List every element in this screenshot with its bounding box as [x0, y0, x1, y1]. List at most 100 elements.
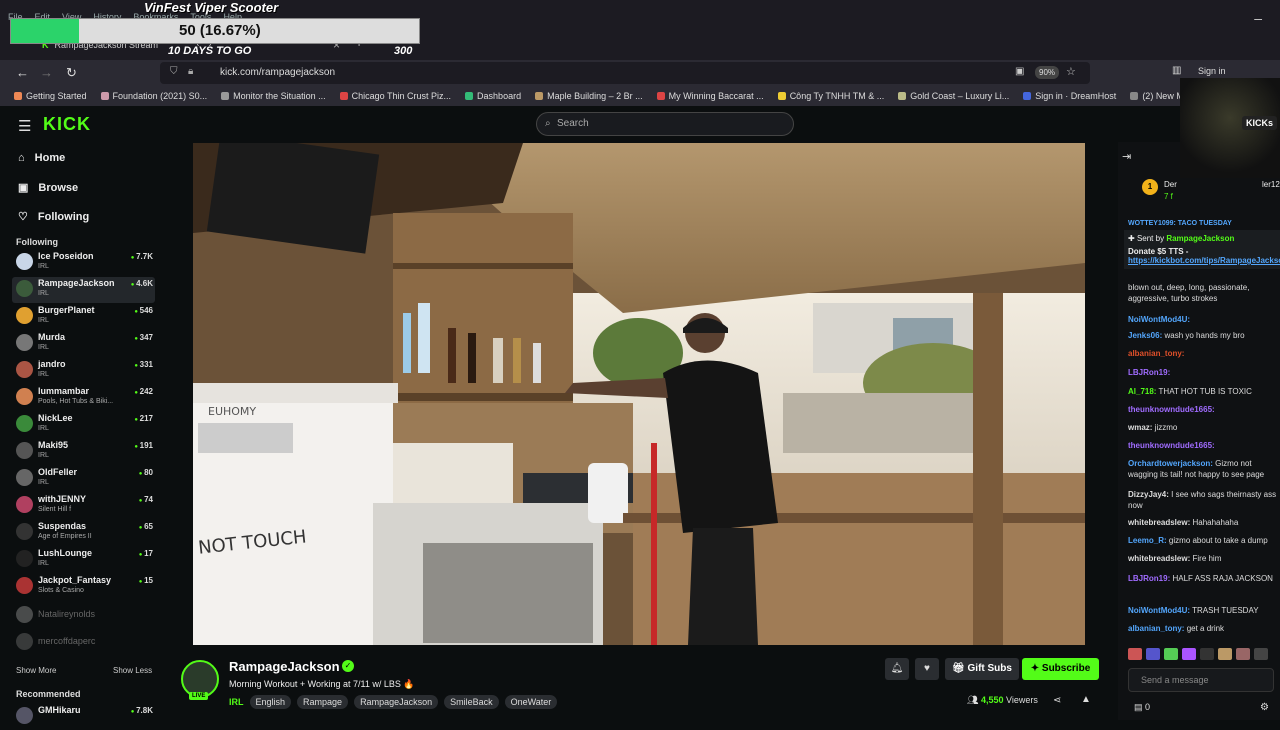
chat-username[interactable]: whitebreadslew: — [1128, 554, 1190, 563]
emote-icon[interactable] — [1146, 648, 1160, 660]
following-channel[interactable]: withJENNY Silent Hill f 74 — [12, 493, 155, 519]
following-channel[interactable]: LushLounge IRL 17 — [12, 547, 155, 573]
chat-username[interactable]: NoiWontMod4U: — [1128, 606, 1190, 615]
following-channel-offline[interactable]: Natalireynolds — [12, 603, 155, 629]
following-channel[interactable]: lummambar Pools, Hot Tubs & Biki... 242 — [12, 385, 155, 411]
bookmark-item[interactable]: Monitor the Situation ... — [221, 91, 326, 101]
chat-username[interactable]: wmaz: — [1128, 423, 1152, 432]
chat-username[interactable]: NoiWontMod4U: — [1128, 315, 1190, 324]
bookmark-item[interactable]: Sign in · DreamHost — [1023, 91, 1116, 101]
tag[interactable]: OneWater — [504, 695, 558, 709]
zoom-level[interactable]: 90% — [1035, 66, 1060, 79]
reader-view-icon[interactable]: ▣ — [1015, 66, 1024, 77]
kicks-button[interactable]: KICKs — [1242, 116, 1278, 130]
chat-username[interactable]: whitebreadslew: — [1128, 518, 1190, 527]
follow-heart-icon[interactable]: ♥ — [915, 658, 939, 680]
following-channel[interactable]: Maki95 IRL 191 — [12, 439, 155, 465]
bookmark-item[interactable]: Công Ty TNHH TM & ... — [777, 91, 884, 101]
sign-in-button[interactable]: Sign in — [1198, 66, 1226, 76]
tag[interactable]: English — [249, 695, 292, 709]
viewers-icon: 👥︎ — [967, 695, 979, 705]
forward-icon[interactable]: → — [40, 65, 53, 80]
avatar — [16, 577, 33, 594]
bookmark-item[interactable]: Dashboard — [465, 91, 521, 101]
streamer-name[interactable]: RampageJackson — [229, 659, 340, 674]
tag[interactable]: SmileBack — [444, 695, 499, 709]
chat-text: get a drink — [1186, 624, 1225, 633]
bookmark-item[interactable]: My Winning Baccarat ... — [656, 91, 764, 101]
sidebar-item-home[interactable]: ⌂ Home — [18, 152, 65, 164]
lock-icon[interactable]: 🔒︎ — [188, 66, 193, 77]
chat-username[interactable]: theunknowndude1665: — [1128, 405, 1215, 414]
minimize-icon[interactable]: – — [1254, 10, 1262, 26]
chat-username[interactable]: DizzyJay4: — [1128, 490, 1169, 499]
reload-icon[interactable]: ↻ — [66, 65, 77, 81]
sidebar-item-browse[interactable]: ▣ Browse — [18, 181, 78, 195]
emote-icon[interactable] — [1236, 648, 1250, 660]
chat-settings-icon[interactable]: ⚙ — [1260, 702, 1269, 713]
following-channel[interactable]: OldFeller IRL 80 — [12, 466, 155, 492]
report-icon[interactable]: ▲ — [1081, 694, 1091, 705]
pinned-header: WOTTEY1099: TACO TUESDAY — [1128, 220, 1232, 227]
chat-username[interactable]: LBJRon19: — [1128, 574, 1170, 583]
emote-icon[interactable] — [1218, 648, 1232, 660]
gift-subs-button[interactable]: 🎁︎ Gift Subs — [945, 658, 1019, 680]
heart-icon: ♡ — [18, 211, 28, 223]
following-channel[interactable]: Suspendas Age of Empires II 65 — [12, 520, 155, 546]
show-more-button[interactable]: Show More — [16, 666, 56, 675]
subscribe-button[interactable]: ✦ Subscribe — [1022, 658, 1099, 680]
video-player[interactable]: EUHOMY NOT TOUCH — [163, 142, 1116, 645]
kick-logo[interactable]: KICK — [43, 114, 91, 135]
following-channel[interactable]: BurgerPlanet IRL 546 — [12, 304, 155, 330]
bookmark-item[interactable]: Gold Coast – Luxury Li... — [898, 91, 1009, 101]
emote-icon[interactable] — [1254, 648, 1268, 660]
emote-bar — [1128, 648, 1268, 660]
bookmark-item[interactable]: Maple Building – 2 Br ... — [535, 91, 643, 101]
emote-icon[interactable] — [1164, 648, 1178, 660]
chat-input[interactable]: Send a message — [1128, 668, 1274, 692]
bookmark-star-icon[interactable]: ☆ — [1066, 65, 1076, 78]
chat-username[interactable]: Orchardtowerjackson: — [1128, 459, 1213, 468]
bookmark-item[interactable]: Chicago Thin Crust Piz... — [339, 91, 451, 101]
recommended-channel[interactable]: GMHikaru 7.8K — [12, 704, 155, 730]
sidebar-toggle-icon[interactable]: ▥ — [1172, 65, 1181, 76]
hamburger-menu-icon[interactable]: ☰ — [18, 117, 31, 135]
pinned-donate-link[interactable]: https://kickbot.com/tips/RampageJackson — [1128, 256, 1280, 265]
show-less-button[interactable]: Show Less — [113, 666, 152, 675]
search-input[interactable]: ⌕ Search — [536, 112, 794, 136]
video-frame[interactable]: EUHOMY NOT TOUCH — [193, 143, 1085, 645]
shield-icon[interactable]: ⛉ — [170, 66, 178, 77]
chat-username[interactable]: albanian_tony: — [1128, 349, 1184, 358]
category-link[interactable]: IRL — [229, 695, 244, 709]
chat-username[interactable]: Leemo_R: — [1128, 536, 1167, 545]
following-channel[interactable]: Ice Poseidon IRL 7.7K — [12, 250, 155, 276]
emote-icon[interactable] — [1200, 648, 1214, 660]
tag[interactable]: Rampage — [297, 695, 349, 709]
sidebar-item-following[interactable]: ♡ Following — [18, 210, 89, 224]
following-channel[interactable]: Jackpot_Fantasy Slots & Casino 15 — [12, 574, 155, 600]
bookmark-item[interactable]: Getting Started — [14, 91, 87, 101]
notification-bell-icon[interactable]: 🔔︎ — [885, 658, 909, 680]
chat-message: theunknowndude1665: — [1128, 404, 1280, 415]
tag[interactable]: RampageJackson — [354, 695, 439, 709]
url-bar[interactable]: ⛉ 🔒︎ kick.com/rampagejackson ▣ 90% ☆ — [160, 62, 1090, 84]
share-icon[interactable]: ⋖ — [1053, 695, 1061, 706]
points-icon[interactable]: ▤ — [1134, 702, 1143, 712]
chat-collapse-icon[interactable]: ⇥ — [1122, 150, 1131, 163]
bookmark-item[interactable]: Foundation (2021) S0... — [100, 91, 207, 101]
emote-icon[interactable] — [1128, 648, 1142, 660]
following-channel-offline[interactable]: mercoffdaperc — [12, 630, 155, 656]
emote-icon[interactable] — [1182, 648, 1196, 660]
chat-username[interactable]: Jenks06: — [1128, 331, 1162, 340]
bookmark-favicon-icon — [535, 92, 544, 100]
chat-username[interactable]: Al_718: — [1128, 387, 1156, 396]
chat-username[interactable]: LBJRon19: — [1128, 368, 1170, 377]
following-channel[interactable]: jandro IRL 331 — [12, 358, 155, 384]
back-icon[interactable]: ← — [16, 65, 29, 80]
chat-username[interactable]: theunknowndude1665: — [1128, 441, 1215, 450]
following-channel[interactable]: RampageJackson IRL 4.6K — [12, 277, 155, 303]
url-text[interactable]: kick.com/rampagejackson — [220, 67, 335, 78]
following-channel[interactable]: Murda IRL 347 — [12, 331, 155, 357]
chat-username[interactable]: albanian_tony: — [1128, 624, 1184, 633]
following-channel[interactable]: NickLee IRL 217 — [12, 412, 155, 438]
